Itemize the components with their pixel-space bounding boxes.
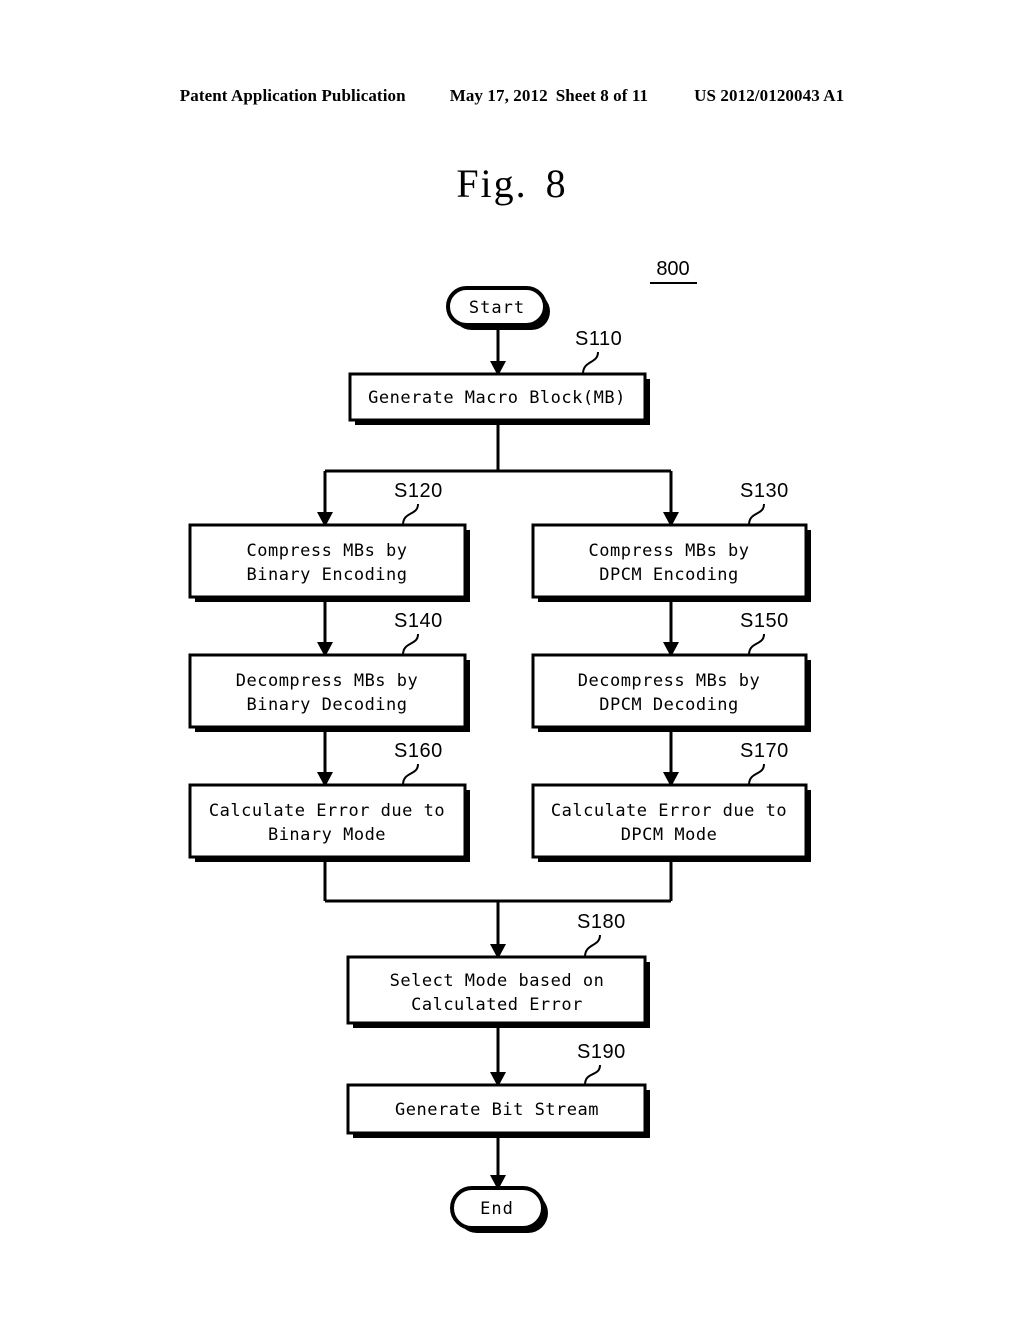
node-s150-line-0: Decompress MBs by xyxy=(578,671,761,691)
node-s180: Select Mode based on Calculated Error xyxy=(346,955,650,1028)
node-s160-line-1: Binary Mode xyxy=(268,825,386,845)
step-label-s180-text: S180 xyxy=(577,911,626,933)
node-s160-line-0: Calculate Error due to xyxy=(209,801,445,821)
node-s120: Compress MBs by Binary Encoding xyxy=(188,523,470,602)
node-s110-line-0: Generate Macro Block(MB) xyxy=(368,388,626,408)
node-s150: Decompress MBs by DPCM Decoding xyxy=(531,653,811,732)
step-label-s160: S160 xyxy=(394,740,443,786)
node-s130-line-1: DPCM Encoding xyxy=(599,565,739,585)
node-s120-line-1: Binary Encoding xyxy=(246,565,407,585)
node-s190-line-0: Generate Bit Stream xyxy=(395,1100,599,1120)
connector-s180-to-s190 xyxy=(490,1023,506,1087)
step-label-s150: S150 xyxy=(740,610,789,656)
step-label-s140: S140 xyxy=(394,610,443,656)
step-label-s160-text: S160 xyxy=(394,740,443,762)
node-s140-line-1: Binary Decoding xyxy=(246,695,407,715)
node-s140-line-0: Decompress MBs by xyxy=(236,671,419,691)
connector-s140-to-s160 xyxy=(317,727,333,787)
node-s140: Decompress MBs by Binary Decoding xyxy=(188,653,470,732)
node-s180-line-0: Select Mode based on xyxy=(390,971,605,991)
step-label-s170-text: S170 xyxy=(740,740,789,762)
node-s170: Calculate Error due to DPCM Mode xyxy=(531,783,811,862)
step-label-s120-text: S120 xyxy=(394,480,443,502)
step-label-s130-text: S130 xyxy=(740,480,789,502)
connector-split-s110 xyxy=(317,420,679,527)
step-label-s110-text: S110 xyxy=(575,328,622,350)
flowchart-diagram: 800 Start Generate Macro Block(MB) S110 xyxy=(188,258,811,1233)
node-s130: Compress MBs by DPCM Encoding xyxy=(531,523,811,602)
start-node-label: Start xyxy=(469,298,525,318)
step-label-s190-text: S190 xyxy=(577,1041,626,1063)
step-label-s130: S130 xyxy=(740,480,789,526)
end-node-label: End xyxy=(480,1199,514,1219)
connector-s150-to-s170 xyxy=(663,727,679,787)
node-s170-line-0: Calculate Error due to xyxy=(551,801,787,821)
patent-page: Patent Application Publication May 17, 2… xyxy=(0,0,1024,1320)
node-s130-line-0: Compress MBs by xyxy=(588,541,749,561)
step-label-s110: S110 xyxy=(575,328,622,375)
node-s110: Generate Macro Block(MB) xyxy=(348,372,650,425)
step-label-s190: S190 xyxy=(577,1041,626,1086)
connector-s130-to-s150 xyxy=(663,597,679,657)
end-node: End xyxy=(450,1186,548,1233)
step-label-s120: S120 xyxy=(394,480,443,526)
node-s160: Calculate Error due to Binary Mode xyxy=(188,783,470,862)
connector-merge-to-s180 xyxy=(323,857,673,959)
step-label-s140-text: S140 xyxy=(394,610,443,632)
reference-numeral-text: 800 xyxy=(656,258,689,280)
step-label-s170: S170 xyxy=(740,740,789,786)
node-s120-line-0: Compress MBs by xyxy=(246,541,407,561)
node-s170-line-1: DPCM Mode xyxy=(621,825,718,845)
node-s180-line-1: Calculated Error xyxy=(411,995,583,1015)
connector-start-to-s110 xyxy=(490,325,506,376)
connector-s120-to-s140 xyxy=(317,597,333,657)
node-s150-line-1: DPCM Decoding xyxy=(599,695,739,715)
node-s190: Generate Bit Stream xyxy=(346,1083,650,1138)
connector-s190-to-end xyxy=(490,1133,506,1190)
step-label-s180: S180 xyxy=(577,911,626,958)
start-node: Start xyxy=(446,286,550,330)
reference-numeral-800: 800 xyxy=(650,258,697,284)
step-label-s150-text: S150 xyxy=(740,610,789,632)
